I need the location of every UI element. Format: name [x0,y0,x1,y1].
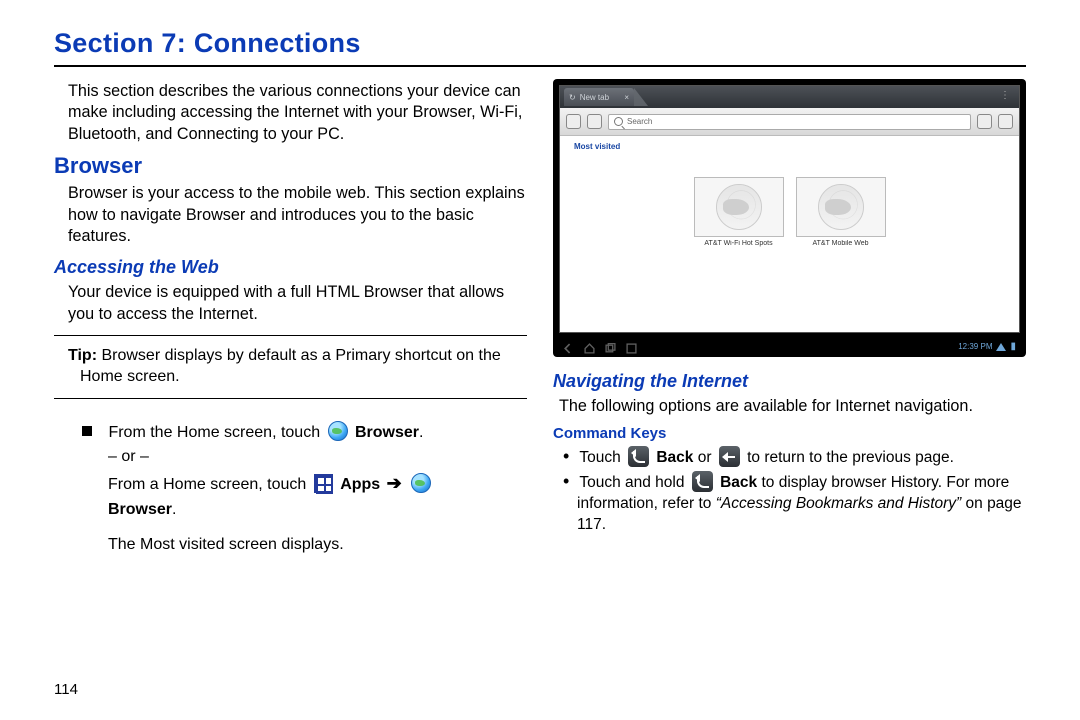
tip-body: Browser displays by default as a Primary… [80,347,501,385]
browser-label: Browser [108,501,172,518]
bookmark-star-button[interactable] [977,114,992,129]
apps-label: Apps [340,476,380,493]
system-back-icon [692,471,713,492]
browser-intro: Browser is your access to the mobile web… [54,183,527,247]
ck1-post: to return to the previous page. [747,449,954,466]
sys-screenshot-icon[interactable] [626,341,637,352]
left-column: This section describes the various conne… [54,79,527,558]
square-bullet-icon [82,426,92,436]
browser-globe-icon [328,421,348,441]
step-from-home-alt: From a Home screen, touch Apps ➔ Browser… [54,470,527,523]
browser-globe-icon [411,473,431,493]
kebab-menu-icon[interactable]: ⋮ [1000,90,1011,101]
browser-heading: Browser [54,153,527,179]
mv-tile[interactable]: AT&T Wi-Fi Hot Spots [694,177,784,247]
or-separator: – or – [54,445,527,470]
sys-home-icon[interactable] [584,341,595,352]
browser-tab-strip: ↻ New tab × ⋮ [560,86,1019,108]
new-tab-button[interactable] [634,88,648,106]
divider [54,335,527,336]
cross-reference: “Accessing Bookmarks and History” [716,495,962,512]
step-from-home: From the Home screen, touch Browser. [54,421,527,446]
bullet-icon: • [563,446,569,466]
ck1-mid: or [698,449,716,466]
mv-tile-caption: AT&T Mobile Web [796,240,886,247]
nav-forward-button[interactable] [587,114,602,129]
right-column: ↻ New tab × ⋮ Search [553,79,1026,558]
tablet-screenshot: ↻ New tab × ⋮ Search [553,79,1026,357]
navigating-heading: Navigating the Internet [553,371,1026,392]
section-rule [54,65,1026,67]
bullet-icon: • [563,471,569,491]
tab-label: New tab [580,93,609,102]
browser-label: Browser [355,424,419,441]
back-label: Back [720,474,757,491]
system-back-icon [628,446,649,467]
globe-placeholder-icon [818,184,864,230]
arrow-left-icon [719,446,740,467]
step-text: From the Home screen, touch [108,424,324,441]
command-key-item: • Touch and hold Back to display browser… [563,471,1026,536]
tip-label: Tip: [68,347,97,364]
clock-text: 12:39 PM [958,342,992,351]
arrow-right-icon: ➔ [387,473,402,493]
ck1-pre: Touch [579,449,625,466]
apps-grid-icon [314,474,333,493]
mv-tile-caption: AT&T Wi-Fi Hot Spots [694,240,784,247]
reload-icon: ↻ [569,93,576,102]
wifi-icon [996,343,1006,351]
battery-icon: ▮ [1010,341,1016,352]
browser-tab[interactable]: ↻ New tab × [564,88,634,106]
intro-paragraph: This section describes the various conne… [54,81,527,145]
accessing-body: Your device is equipped with a full HTML… [54,282,527,325]
navigating-body: The following options are available for … [553,396,1026,417]
search-icon [614,117,623,126]
command-key-item: • Touch Back or to return to the previou… [563,446,1026,469]
sys-back-icon[interactable] [563,341,574,352]
search-placeholder: Search [627,117,652,126]
step-alt-text: From a Home screen, touch [108,476,311,493]
mv-tile[interactable]: AT&T Mobile Web [796,177,886,247]
section-title: Section 7: Connections [54,28,1026,59]
back-label: Back [656,449,693,466]
most-visited-line: The Most visited screen displays. [54,533,527,558]
sys-recents-icon[interactable] [605,341,616,352]
page-number: 114 [54,681,78,698]
globe-placeholder-icon [716,184,762,230]
most-visited-label: Most visited [574,142,1005,151]
close-icon[interactable]: × [624,93,629,102]
ck2-pre: Touch and hold [579,474,688,491]
browser-toolbar: Search [560,108,1019,136]
tablet-system-bar: 12:39 PM ▮ [559,339,1020,354]
url-search-field[interactable]: Search [608,114,971,130]
bookmarks-button[interactable] [998,114,1013,129]
accessing-web-heading: Accessing the Web [54,257,527,278]
tip-paragraph: Tip: Browser displays by default as a Pr… [66,346,527,388]
command-keys-heading: Command Keys [553,425,1026,442]
nav-back-button[interactable] [566,114,581,129]
divider [54,398,527,399]
